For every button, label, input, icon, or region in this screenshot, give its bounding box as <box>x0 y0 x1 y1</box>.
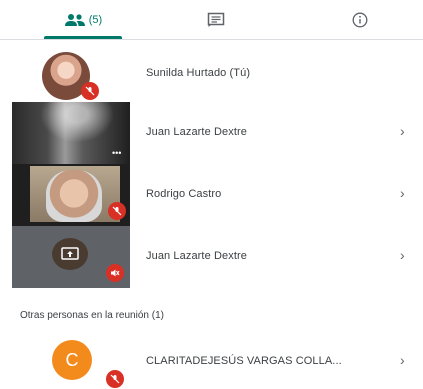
participant-row[interactable]: ••• Juan Lazarte Dextre › <box>0 102 423 164</box>
speaking-indicator-icon: ••• <box>112 148 122 158</box>
section-title: Otras personas en la reunión (1) <box>20 310 164 321</box>
tab-info[interactable] <box>330 0 390 40</box>
participant-name: Juan Lazarte Dextre <box>146 126 247 138</box>
participant-thumbnail <box>12 46 130 102</box>
participant-row[interactable]: Sunilda Hurtado (Tú) <box>0 44 423 102</box>
mic-off-icon <box>81 82 99 100</box>
volume-off-icon <box>106 264 124 282</box>
participant-thumbnail: C <box>12 334 130 389</box>
chevron-right-icon[interactable]: › <box>400 352 405 368</box>
present-screen-icon <box>52 238 88 270</box>
tab-chat[interactable] <box>186 0 246 40</box>
chevron-right-icon[interactable]: › <box>400 123 405 139</box>
avatar <box>46 170 102 222</box>
info-icon <box>352 12 368 28</box>
tab-bar: (5) <box>0 0 423 40</box>
people-icon <box>64 14 85 26</box>
chat-icon <box>207 12 225 27</box>
participant-row[interactable]: Juan Lazarte Dextre › <box>0 226 423 288</box>
chevron-right-icon[interactable]: › <box>400 185 405 201</box>
participant-name: Juan Lazarte Dextre <box>146 250 247 262</box>
participant-name: Sunilda Hurtado (Tú) <box>146 67 251 79</box>
participant-name: CLARITADEJESÚS VARGAS COLLA... <box>146 355 342 367</box>
people-count: (5) <box>88 14 103 26</box>
participant-name: Rodrigo Castro <box>146 188 222 200</box>
participant-row[interactable]: Rodrigo Castro › <box>0 164 423 226</box>
participant-row[interactable]: C CLARITADEJESÚS VARGAS COLLA... › <box>0 334 423 389</box>
participant-video <box>12 164 130 226</box>
mic-off-icon <box>106 370 124 388</box>
tab-active-indicator <box>44 36 122 39</box>
participant-thumbnail <box>12 226 130 288</box>
tab-people[interactable]: (5) <box>40 0 126 40</box>
participant-video: ••• <box>12 102 130 164</box>
avatar: C <box>52 340 92 380</box>
mic-off-icon <box>108 202 126 220</box>
chevron-right-icon[interactable]: › <box>400 247 405 263</box>
avatar-letter: C <box>65 349 79 370</box>
